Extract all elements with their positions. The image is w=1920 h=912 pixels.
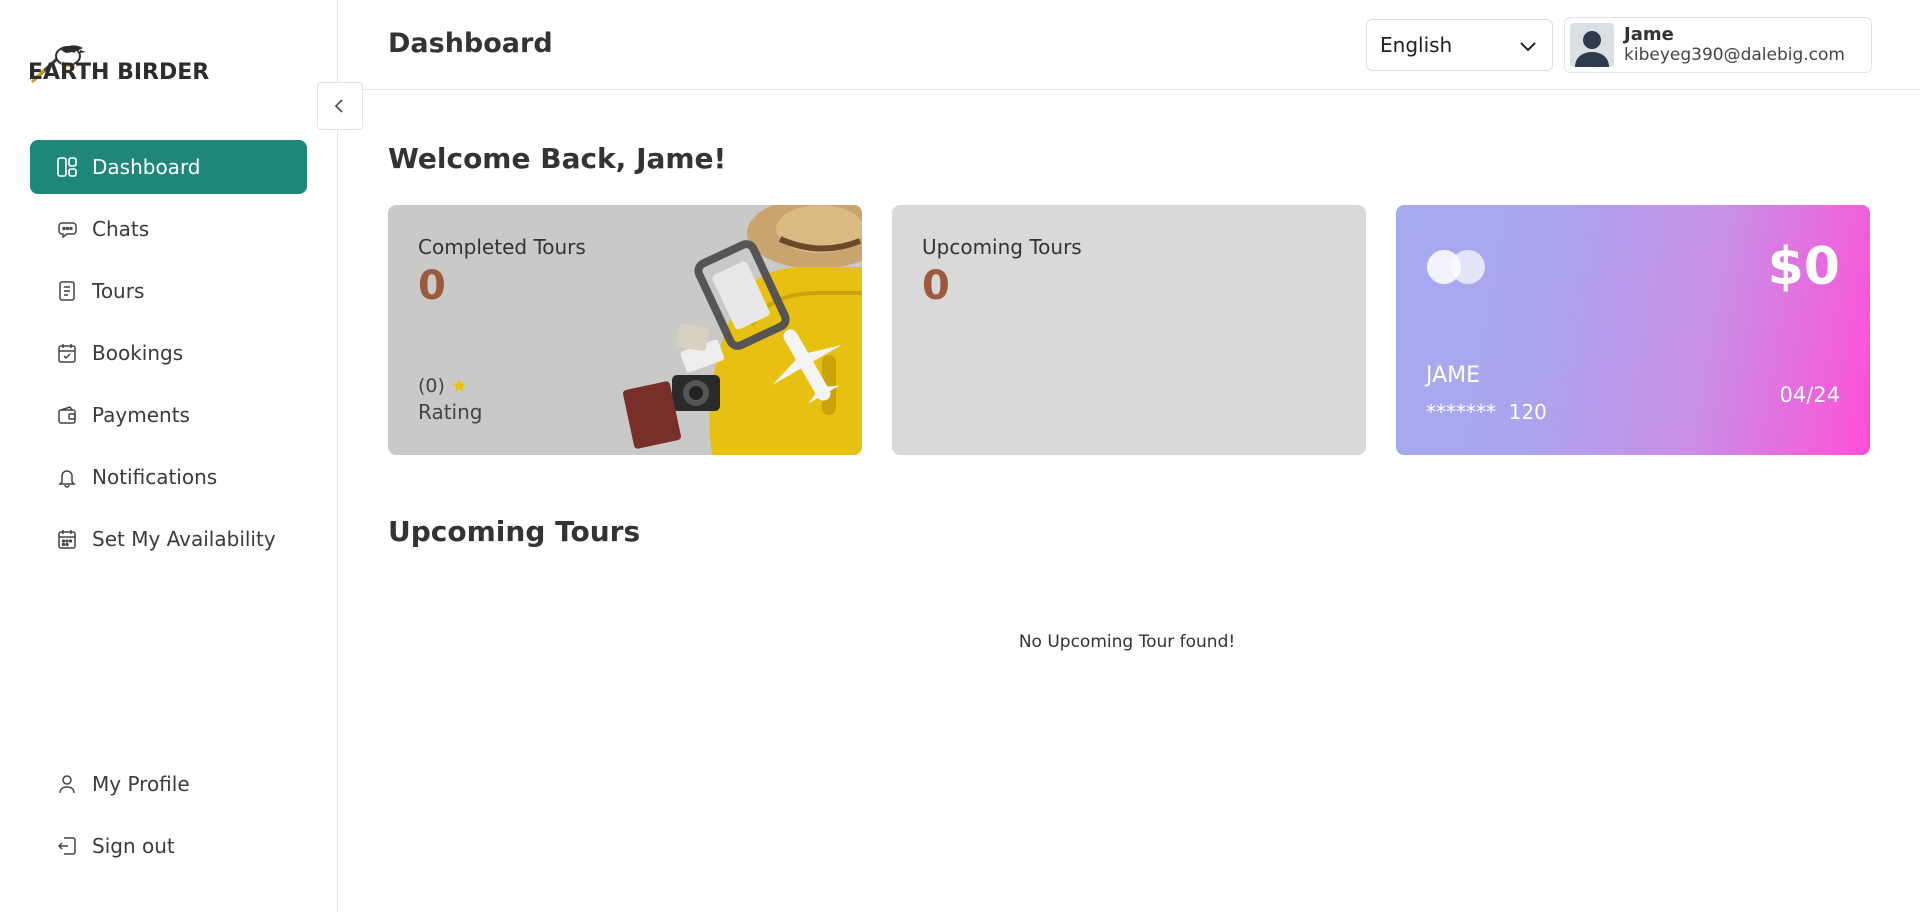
- avatar: [1570, 23, 1614, 67]
- card-number-last-digits: 120: [1508, 400, 1547, 424]
- upcoming-tours-count: 0: [922, 263, 950, 309]
- chevron-left-icon: [334, 99, 343, 113]
- sidebar-item-set-my-availability[interactable]: Set My Availability: [30, 512, 307, 566]
- sidebar-item-label: Bookings: [92, 341, 184, 365]
- completed-tours-card: Completed Tours 0 (0) ★ Rating: [388, 205, 862, 455]
- sidebar-item-dashboard[interactable]: Dashboard: [30, 140, 307, 194]
- chat-icon: [56, 218, 78, 240]
- sidebar-collapse-button[interactable]: [317, 82, 363, 130]
- sidebar-nav: Dashboard Chats Tours Bookings Payments: [30, 140, 307, 574]
- user-email: kibeyeg390@dalebig.com: [1624, 45, 1845, 65]
- chevron-down-icon: [1520, 42, 1536, 52]
- completed-tours-label: Completed Tours: [418, 235, 586, 259]
- wallet-icon: [56, 404, 78, 426]
- sign-out-icon: [56, 835, 78, 857]
- payment-card: $0 JAME ******* 120 04/24: [1396, 205, 1870, 455]
- sidebar-item-chats[interactable]: Chats: [30, 202, 307, 256]
- rating-row: (0) ★: [418, 375, 468, 397]
- balance-amount: $0: [1767, 237, 1840, 297]
- bell-icon: [56, 466, 78, 488]
- language-select[interactable]: English: [1366, 19, 1553, 71]
- sidebar-item-sign-out[interactable]: Sign out: [30, 819, 307, 873]
- sidebar-item-bookings[interactable]: Bookings: [30, 326, 307, 380]
- upcoming-tours-card: Upcoming Tours 0: [892, 205, 1366, 455]
- travel-illustration: [562, 205, 862, 455]
- brand-name: EARTH BIRDER: [28, 60, 210, 85]
- card-holder-name: JAME: [1426, 363, 1481, 388]
- upcoming-tours-heading: Upcoming Tours: [388, 515, 641, 548]
- user-menu[interactable]: Jame kibeyeg390@dalebig.com: [1564, 17, 1872, 73]
- rating-count: (0): [418, 375, 445, 397]
- user-avatar-icon: [1575, 31, 1609, 67]
- top-header: Dashboard English Jame kibeyeg390@dalebi…: [338, 0, 1920, 90]
- user-name: Jame: [1624, 24, 1674, 45]
- upcoming-tours-label: Upcoming Tours: [922, 235, 1082, 259]
- completed-tours-count: 0: [418, 263, 446, 309]
- calendar-icon: [56, 528, 78, 550]
- sidebar-bottom-nav: My Profile Sign out: [30, 757, 307, 881]
- empty-state-message: No Upcoming Tour found!: [1018, 632, 1236, 652]
- sidebar-item-label: Chats: [92, 217, 150, 241]
- sidebar-item-label: My Profile: [92, 772, 190, 796]
- sidebar-item-label: Payments: [92, 403, 190, 427]
- sidebar-item-notifications[interactable]: Notifications: [30, 450, 307, 504]
- rating-label: Rating: [418, 400, 483, 424]
- sidebar-item-payments[interactable]: Payments: [30, 388, 307, 442]
- sidebar: EARTH BIRDER Dashboard Chats Tours Booki…: [0, 0, 338, 912]
- welcome-heading: Welcome Back, Jame!: [388, 142, 727, 175]
- sidebar-item-label: Notifications: [92, 465, 218, 489]
- user-icon: [56, 773, 78, 795]
- star-icon: ★: [450, 375, 468, 397]
- sidebar-item-my-profile[interactable]: My Profile: [30, 757, 307, 811]
- document-icon: [56, 280, 78, 302]
- sidebar-item-tours[interactable]: Tours: [30, 264, 307, 318]
- card-number-mask: *******: [1426, 400, 1496, 424]
- sidebar-item-label: Sign out: [92, 834, 175, 858]
- sidebar-item-label: Tours: [92, 279, 145, 303]
- calendar-check-icon: [56, 342, 78, 364]
- sidebar-item-label: Set My Availability: [92, 527, 276, 551]
- card-expiry: 04/24: [1779, 383, 1840, 407]
- page-title: Dashboard: [388, 28, 553, 59]
- dashboard-icon: [56, 156, 78, 178]
- sidebar-item-label: Dashboard: [92, 155, 201, 179]
- card-number: ******* 120: [1426, 400, 1547, 424]
- language-value: English: [1380, 33, 1453, 57]
- card-brand-icon: [1427, 250, 1485, 284]
